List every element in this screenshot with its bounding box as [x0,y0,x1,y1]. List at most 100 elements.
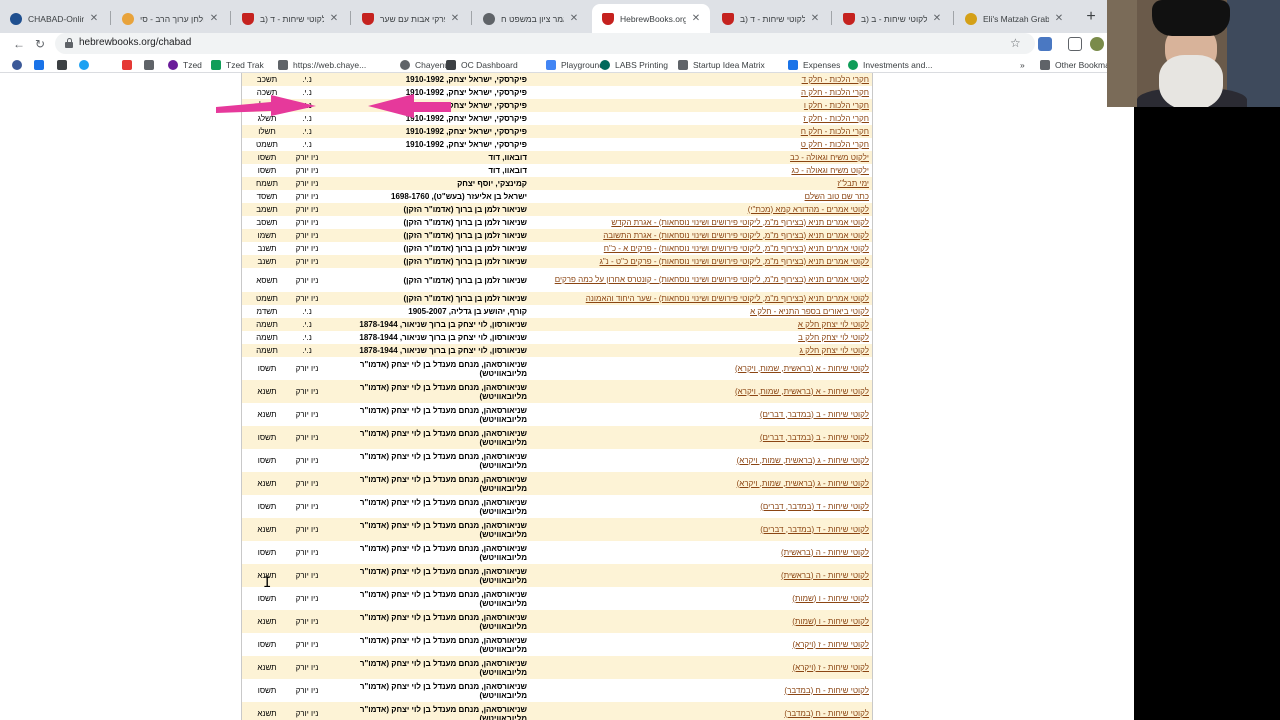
reload-icon[interactable]: ↻ [31,35,49,53]
book-title-link[interactable]: לקוטי שיחות - ו (שמות) [792,594,869,604]
book-title-cell: לקוטי שיחות - ב (במדבר, דברים) [549,426,869,449]
bookmark-icon[interactable] [34,58,44,71]
book-title-link[interactable]: לקוטי שיחות - ד (במדבר, דברים) [760,525,869,535]
book-title-link[interactable]: לקוטי שיחות - א (בראשית, שמות, ויקרא) [735,387,869,397]
bookmark-item[interactable]: Tzed Trak [211,58,264,71]
book-title-link[interactable]: לקוטי שיחות - ה (בראשית) [781,548,869,558]
tab-close-icon[interactable]: ✕ [809,13,821,24]
book-author-cell: שניאור זלמן בן ברוך (אדמו"ר הזקן) [342,229,527,242]
book-title-link[interactable]: לקוטי שיחות - ג (בראשית, שמות, ויקרא) [737,479,869,489]
browser-tab[interactable]: Eli's Matzah Grabb ✕ [955,4,1073,33]
book-title-link[interactable]: חקרי הלכות - חלק ו [804,101,869,111]
book-title-link[interactable]: לקוטי ביאורים בספר התניא - חלק א [750,307,869,317]
browser-tab[interactable]: שולחן ערוך הרב - סי ✕ [112,4,228,33]
bookmark-item[interactable]: Startup Idea Matrix [678,58,765,71]
tab-close-icon[interactable]: ✕ [328,13,340,24]
book-author: שניאור זלמן בן ברוך (אדמו"ר הזקן) [403,275,527,285]
bookmark-item[interactable]: Chayenu [400,58,449,71]
book-title-link[interactable]: לקוטי שיחות - ז (ויקרא) [792,663,869,673]
bookmark-star-icon[interactable]: ☆ [1010,36,1021,50]
tab-close-icon[interactable]: ✕ [568,13,580,24]
book-title-link[interactable]: לקוטי שיחות - ו (שמות) [792,617,869,627]
browser-tab[interactable]: לקוטי שיחות - ב (ב ✕ [833,4,951,33]
profile-avatar-icon[interactable] [1090,37,1104,51]
book-title-link[interactable]: לקוטי אמרים תניא (בצירוף מ"מ, ליקוטי פיר… [611,218,869,228]
table-row: לקוטי לוי יצחק חלק ג שניאורסון, לוי יצחק … [242,344,872,357]
bookmark-icon[interactable] [144,58,154,71]
bookmark-icon[interactable] [12,58,22,71]
book-title-link[interactable]: לקוטי שיחות - ב (במדבר, דברים) [760,410,869,420]
book-year-cell: תשסו [247,679,287,702]
book-title-link[interactable]: לקוטי שיחות - ח (במדבר) [784,686,869,696]
url-text: hebrewbooks.org/chabad [79,37,192,48]
tab-close-icon[interactable]: ✕ [1053,13,1065,24]
book-title-link[interactable]: ימי תבל"ז [837,179,869,189]
book-title-cell: לקוטי שיחות - ז (ויקרא) [549,633,869,656]
book-title-link[interactable]: לקוטי אמרים תניא (בצירוף מ"מ, ליקוטי פיר… [604,244,869,254]
book-place-cell: ניו יורק [292,495,322,518]
book-place: נ.י. [302,127,312,136]
bookmark-item[interactable]: LABS Printing [600,58,668,71]
book-title-link[interactable]: לקוטי אמרים תניא (בצירוף מ"מ, ליקוטי פיר… [555,275,869,285]
book-title-link[interactable]: לקוטי שיחות - ה (בראשית) [781,571,869,581]
cast-icon[interactable] [1068,37,1082,51]
book-title-link[interactable]: לקוטי אמרים תניא (בצירוף מ"מ, ליקוטי פיר… [586,294,869,304]
bookmark-item[interactable]: https://web.chaye... [278,58,366,71]
book-title-cell: חקרי הלכות - חלק ה [549,86,869,99]
book-title-link[interactable]: לקוטי שיחות - ג (בראשית, שמות, ויקרא) [737,456,869,466]
book-place-cell: ניו יורק [292,679,322,702]
extension-icon[interactable] [1038,37,1052,51]
bookmark-icon[interactable] [57,58,67,71]
bookmarks-overflow-icon[interactable]: » [1020,58,1025,71]
book-title-link[interactable]: ילקוט משיח וגאולה - כג [791,166,869,176]
bookmark-icon[interactable] [122,58,132,71]
book-title-link[interactable]: לקוטי לוי יצחק חלק א [798,320,869,330]
book-year-cell: תשנא [247,380,287,403]
browser-tab[interactable]: מאמר ציון במשפט ח ✕ [473,4,588,33]
bookmark-icon[interactable] [79,58,89,71]
book-title-link[interactable]: חקרי הלכות - חלק ז [803,114,869,124]
tab-close-icon[interactable]: ✕ [208,13,220,24]
book-title-link[interactable]: ילקוט משיח וגאולה - כב [790,153,869,163]
book-title-cell: ילקוט משיח וגאולה - כב [549,151,869,164]
book-year-cell: תשסב [247,216,287,229]
browser-tab[interactable]: HebrewBooks.org - ✕ [592,4,710,33]
bookmark-item[interactable]: Investments and... [848,58,932,71]
book-title-link[interactable]: חקרי הלכות - חלק ח [801,127,869,137]
book-title-link[interactable]: לקוטי לוי יצחק חלק ג [800,346,870,356]
tab-close-icon[interactable]: ✕ [449,13,461,24]
browser-tab[interactable]: לקוטי שיחות - ד (ב ✕ [712,4,829,33]
book-year: תשסו [257,502,277,511]
book-title-link[interactable]: לקוטי אמרים תניא (בצירוף מ"מ, ליקוטי פיר… [603,231,869,241]
address-bar[interactable]: hebrewbooks.org/chabad [55,33,1035,54]
book-place: ניו יורק [295,275,319,285]
book-title-link[interactable]: חקרי הלכות - חלק ד [802,75,869,85]
tab-close-icon[interactable]: ✕ [690,13,702,24]
book-title-link[interactable]: כתר שם טוב השלם [805,192,869,202]
bookmark-item[interactable]: Tzed [168,58,202,71]
back-arrow-icon[interactable]: ← [10,35,28,53]
new-tab-icon[interactable]: + [1082,8,1100,26]
browser-tab[interactable]: CHABAD-Online Ch ✕ [0,4,108,33]
bookmark-item[interactable]: Playground [546,58,604,71]
book-title-cell: לקוטי שיחות - ג (בראשית, שמות, ויקרא) [549,472,869,495]
left-arrow-shape [216,95,316,116]
table-row: ימי תבל"ז קמינצקי, יוסף יצחק ניו יורק תשמח [242,177,872,190]
pink-arrow-annotation [216,94,451,118]
browser-tab[interactable]: לקוטי שיחות - ד (ב ✕ [232,4,348,33]
book-title-link[interactable]: לקוטי שיחות - ד (במדבר, דברים) [760,502,869,512]
book-title-link[interactable]: לקוטי שיחות - ח (במדבר) [784,709,869,719]
book-title-link[interactable]: חקרי הלכות - חלק ט [801,140,869,150]
book-title-link[interactable]: לקוטי לוי יצחק חלק ב [798,333,869,343]
bookmark-item[interactable]: Expenses [788,58,840,71]
browser-tab[interactable]: פרקי אבות עם שער ✕ [352,4,469,33]
book-title-link[interactable]: לקוטי שיחות - ב (במדבר, דברים) [760,433,869,443]
book-title-link[interactable]: לקוטי שיחות - ז (ויקרא) [792,640,869,650]
book-title-link[interactable]: חקרי הלכות - חלק ה [801,88,869,98]
tab-close-icon[interactable]: ✕ [931,13,943,24]
book-title-link[interactable]: לקוטי שיחות - א (בראשית, שמות, ויקרא) [735,364,869,374]
tab-close-icon[interactable]: ✕ [88,13,100,24]
book-title-link[interactable]: לקוטי אמרים - מהדורא קמא (מכת"י) [748,205,869,215]
bookmark-item[interactable]: OC Dashboard [446,58,518,71]
book-title-link[interactable]: לקוטי אמרים תניא (בצירוף מ"מ, ליקוטי פיר… [599,257,869,267]
